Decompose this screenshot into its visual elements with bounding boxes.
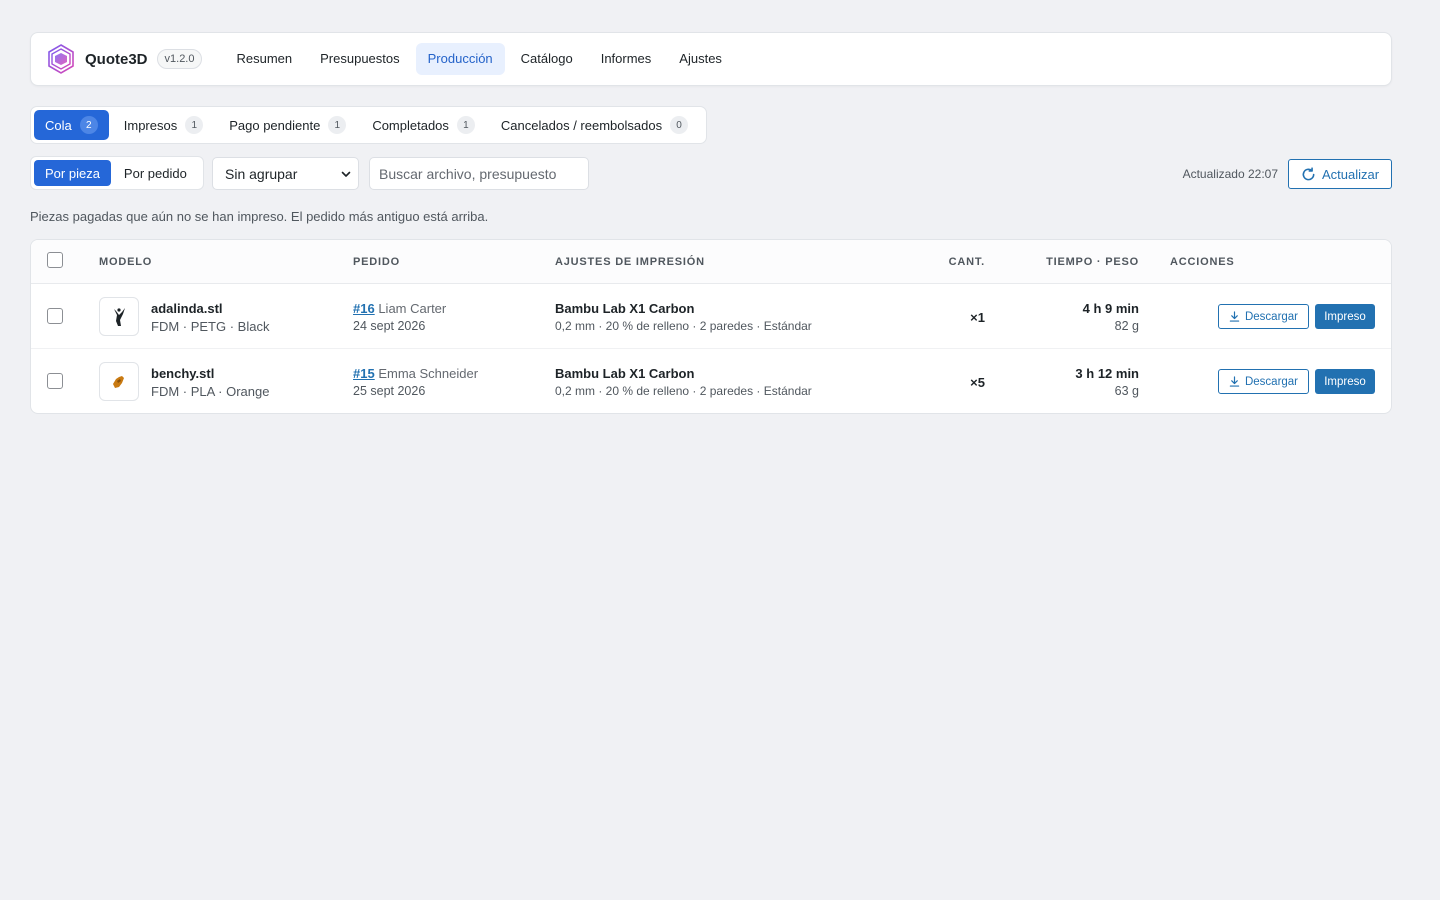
view-by-piece-button[interactable]: Por pieza: [34, 160, 111, 186]
model-thumbnail: [99, 297, 139, 336]
print-settings: 0,2 mm · 20 % de relleno · 2 paredes · E…: [555, 384, 812, 398]
download-button[interactable]: Descargar: [1218, 304, 1309, 329]
tab-count-badge: 2: [79, 116, 98, 134]
main-nav: Resumen Presupuestos Producción Catálogo…: [224, 43, 733, 75]
tab-label: Completados: [372, 117, 449, 133]
column-header-qty: CANT.: [948, 256, 985, 268]
row-checkbox[interactable]: [47, 373, 63, 389]
quantity: ×1: [970, 310, 985, 325]
tab-count-badge: 1: [456, 116, 475, 134]
print-weight: 82 g: [1114, 319, 1139, 333]
column-header-model: MODELO: [99, 256, 153, 268]
download-label: Descargar: [1244, 375, 1299, 388]
tab-label: Cola: [45, 117, 72, 133]
tab-cola[interactable]: Cola 2: [34, 110, 109, 140]
order-date: 24 sept 2026: [353, 319, 426, 333]
chevron-down-icon: [341, 171, 351, 177]
mark-printed-button[interactable]: Impreso: [1315, 304, 1375, 329]
tab-count-badge: 0: [670, 116, 689, 134]
column-header-actions: ACCIONES: [1170, 256, 1235, 268]
printer-name: Bambu Lab X1 Carbon: [555, 301, 695, 316]
search-input[interactable]: [369, 157, 589, 190]
printer-name: Bambu Lab X1 Carbon: [555, 366, 695, 381]
row-checkbox[interactable]: [47, 308, 63, 324]
column-header-order: PEDIDO: [353, 256, 400, 268]
version-badge: v1.2.0: [156, 49, 203, 69]
figurine-model-icon: [114, 307, 125, 326]
model-filename[interactable]: benchy.stl: [151, 366, 214, 381]
tab-label: Cancelados / reembolsados: [500, 117, 663, 133]
quote3d-logo-icon[interactable]: [45, 43, 77, 75]
order-date: 25 sept 2026: [353, 384, 426, 398]
tab-count-badge: 1: [185, 116, 204, 134]
model-meta: FDM · PETG · Black: [151, 319, 270, 334]
group-by-select[interactable]: Sin agrupar: [212, 157, 359, 190]
group-by-value: Sin agrupar: [225, 165, 298, 182]
order-link[interactable]: #16: [353, 301, 375, 316]
tab-label: Pago pendiente: [229, 117, 321, 133]
nav-item-catalogo[interactable]: Catálogo: [509, 43, 585, 75]
nav-item-resumen[interactable]: Resumen: [224, 43, 304, 75]
order-info: #15 Emma Schneider: [353, 366, 478, 381]
brand-name: Quote3D: [85, 50, 148, 68]
tab-completados[interactable]: Completados 1: [361, 110, 486, 140]
refresh-button[interactable]: Actualizar: [1288, 159, 1392, 189]
tab-impresos[interactable]: Impresos 1: [113, 110, 214, 140]
download-label: Descargar: [1244, 310, 1299, 323]
view-by-order-button[interactable]: Por pedido: [113, 160, 198, 186]
order-info: #16 Liam Carter: [353, 301, 446, 316]
refresh-label: Actualizar: [1321, 166, 1380, 182]
benchy-boat-model-icon: [113, 375, 124, 388]
customer-name: Emma Schneider: [378, 366, 479, 381]
column-header-time-weight: TIEMPO · PESO: [1046, 256, 1139, 268]
customer-name: Liam Carter: [378, 301, 447, 316]
print-settings: 0,2 mm · 20 % de relleno · 2 paredes · E…: [555, 319, 812, 333]
nav-item-presupuestos[interactable]: Presupuestos: [308, 43, 412, 75]
production-queue-table: MODELO PEDIDO AJUSTES DE IMPRESIÓN CANT.…: [30, 239, 1392, 414]
helper-text: Piezas pagadas que aún no se han impreso…: [30, 209, 489, 224]
model-filename[interactable]: adalinda.stl: [151, 301, 223, 316]
nav-item-produccion[interactable]: Producción: [415, 43, 505, 75]
last-updated-text: Actualizado 22:07: [1182, 167, 1278, 181]
tab-pago-pendiente[interactable]: Pago pendiente 1: [218, 110, 357, 140]
top-navbar: Quote3D v1.2.0 Resumen Presupuestos Prod…: [30, 32, 1392, 86]
nav-item-informes[interactable]: Informes: [589, 43, 664, 75]
model-thumbnail: [99, 362, 139, 401]
tab-label: Impresos: [123, 117, 178, 133]
download-icon: [1229, 376, 1240, 387]
table-header: MODELO PEDIDO AJUSTES DE IMPRESIÓN CANT.…: [31, 240, 1391, 284]
select-all-checkbox[interactable]: [47, 252, 63, 268]
order-link[interactable]: #15: [353, 366, 375, 381]
nav-item-ajustes[interactable]: Ajustes: [667, 43, 734, 75]
model-meta: FDM · PLA · Orange: [151, 384, 270, 399]
tab-cancelados-reembolsados[interactable]: Cancelados / reembolsados 0: [490, 110, 699, 140]
status-tabs: Cola 2 Impresos 1 Pago pendiente 1 Compl…: [30, 106, 708, 144]
print-time: 4 h 9 min: [1082, 301, 1139, 316]
refresh-icon: [1302, 166, 1315, 180]
download-icon: [1229, 311, 1240, 322]
print-time: 3 h 12 min: [1075, 366, 1139, 381]
table-row: adalinda.stl FDM · PETG · Black #16 Liam…: [31, 284, 1391, 349]
table-row: benchy.stl FDM · PLA · Orange #15 Emma S…: [31, 349, 1391, 413]
tab-count-badge: 1: [328, 116, 347, 134]
print-weight: 63 g: [1114, 384, 1139, 398]
download-button[interactable]: Descargar: [1218, 369, 1309, 394]
mark-printed-button[interactable]: Impreso: [1315, 369, 1375, 394]
view-toggle: Por pieza Por pedido: [30, 156, 204, 190]
quantity: ×5: [970, 375, 985, 390]
column-header-settings: AJUSTES DE IMPRESIÓN: [555, 256, 705, 268]
